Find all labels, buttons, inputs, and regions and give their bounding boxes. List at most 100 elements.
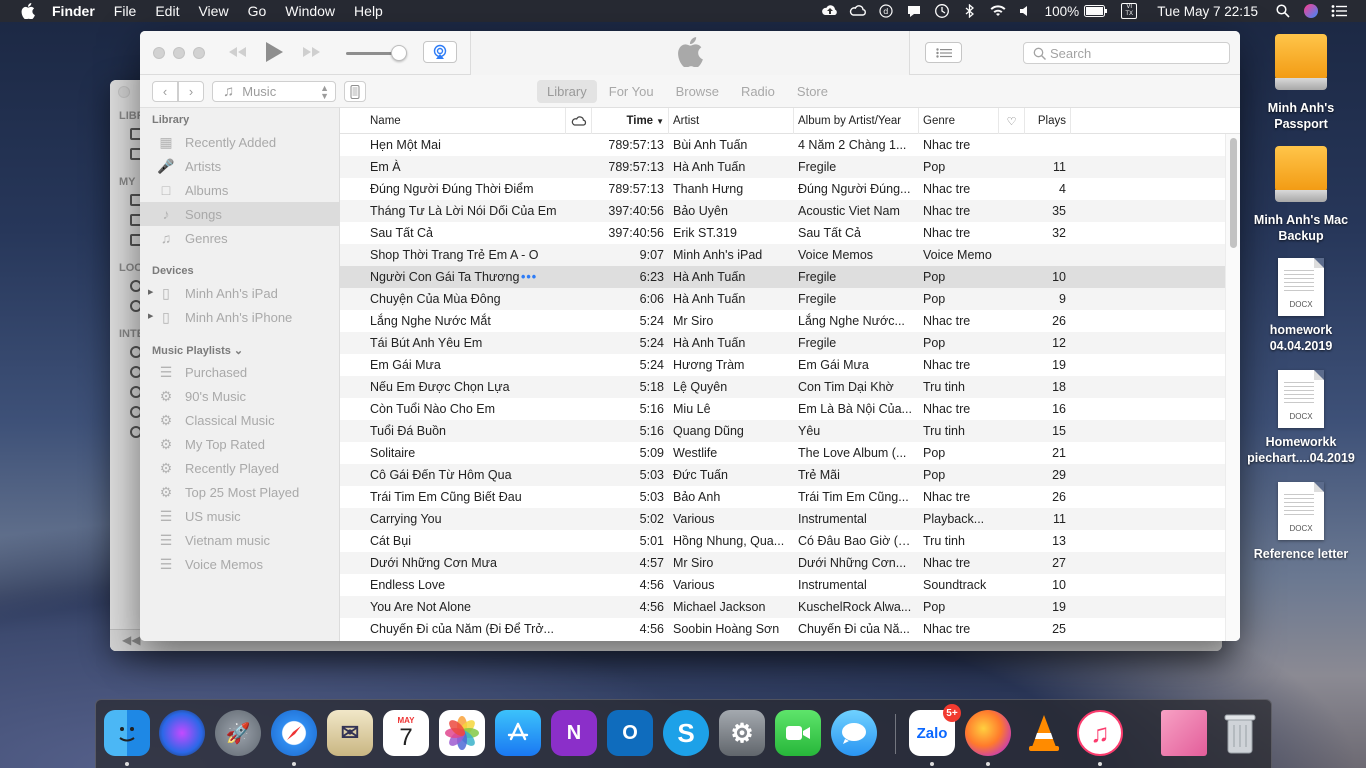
table-row[interactable]: Shop Thời Trang Trẻ Em A - O 9:07 Minh Anh…: [340, 244, 1225, 266]
column-header-icloud[interactable]: [566, 108, 592, 134]
zalo-dock-icon[interactable]: Zalo 5+: [909, 704, 961, 756]
sidebar-playlist-top-rated[interactable]: ⚙ My Top Rated: [140, 432, 339, 456]
safari-dock-icon[interactable]: [271, 710, 317, 756]
photos-dock-icon[interactable]: [439, 710, 485, 756]
table-row[interactable]: Tháng Tư Là Lời Nói Dối Của Em 397:40:56 B…: [340, 200, 1225, 222]
finder-rewind-icon[interactable]: ◀◀: [122, 633, 140, 647]
previous-track-button[interactable]: [226, 41, 248, 63]
launchpad-dock-icon[interactable]: 🚀: [215, 710, 261, 756]
table-row[interactable]: Dưới Những Cơn Mưa 4:57 Mr Siro Dưới Những …: [340, 552, 1225, 574]
vlc-dock-icon[interactable]: [1021, 710, 1067, 756]
sidebar-item-genres[interactable]: ♫ Genres: [140, 226, 339, 250]
table-row[interactable]: Chuyến Đi của Năm (Đi Để Trở... 4:56 Soobi…: [340, 618, 1225, 640]
volume-icon[interactable]: [1017, 3, 1035, 19]
menu-window[interactable]: Window: [285, 3, 335, 19]
table-row[interactable]: Còn Tuổi Nào Cho Em 5:16 Miu Lê Em Là Bà Nộ…: [340, 398, 1225, 420]
airplay-button[interactable]: [423, 41, 457, 63]
sidebar-device-iphone[interactable]: ▶ ▯ Minh Anh's iPhone: [140, 305, 339, 329]
table-row[interactable]: Sau Tất Cả 397:40:56 Erik ST.319 Sau Tất Cả…: [340, 222, 1225, 244]
column-header-love[interactable]: ♡: [999, 108, 1025, 134]
column-header-album[interactable]: Album by Artist/Year: [794, 108, 919, 134]
itunes-window[interactable]: Search ‹ › ♫ Music ▲ ▼ Library For You Br…: [140, 31, 1240, 641]
sidebar-item-albums[interactable]: □ Albums: [140, 178, 339, 202]
table-row[interactable]: Tuổi Đá Buồn 5:16 Quang Dũng Yêu Tru tinh 15: [340, 420, 1225, 442]
volume-slider-knob[interactable]: [391, 45, 407, 61]
input-source-icon[interactable]: VI TX: [1119, 3, 1139, 19]
menu-app-name[interactable]: Finder: [52, 3, 95, 19]
upload-cloud-icon[interactable]: [821, 3, 839, 19]
desktop-file-reference-letter[interactable]: DOCX Reference letter: [1241, 482, 1361, 562]
table-row[interactable]: Tái Bút Anh Yêu Em 5:24 Hà Anh Tuấn Fregile…: [340, 332, 1225, 354]
vertical-scrollbar[interactable]: [1225, 134, 1240, 641]
zoom-button[interactable]: [193, 47, 205, 59]
icloud-icon[interactable]: [849, 3, 867, 19]
app-store-dock-icon[interactable]: [495, 710, 541, 756]
sidebar-playlist-us-music[interactable]: ☰ US music: [140, 504, 339, 528]
table-row[interactable]: Cô Gái Đến Từ Hôm Qua 5:03 Đức Tuấn Trẻ Mãi…: [340, 464, 1225, 486]
more-options-icon[interactable]: •••: [521, 266, 537, 288]
siri-dock-icon[interactable]: [159, 710, 205, 756]
sidebar-item-songs[interactable]: ♪ Songs: [140, 202, 339, 226]
sidebar-playlist-vietnam-music[interactable]: ☰ Vietnam music: [140, 528, 339, 552]
menu-help[interactable]: Help: [354, 3, 383, 19]
battery-icon[interactable]: [1083, 3, 1109, 19]
firefox-dock-icon[interactable]: [965, 710, 1011, 756]
table-row[interactable]: Hẹn Một Mai 789:57:13 Bùi Anh Tuấn 4 Năm 2 …: [340, 134, 1225, 156]
tab-radio[interactable]: Radio: [731, 80, 785, 103]
column-header-time[interactable]: Time ▼: [592, 108, 669, 134]
column-header-plays[interactable]: Plays: [1025, 108, 1071, 134]
finder-dock-icon[interactable]: [104, 710, 150, 756]
preview-image-dock-icon[interactable]: [1161, 710, 1207, 756]
back-button[interactable]: ‹: [152, 81, 178, 102]
onenote-dock-icon[interactable]: N: [551, 710, 597, 756]
time-machine-icon[interactable]: [933, 3, 951, 19]
device-button[interactable]: [344, 81, 366, 102]
facetime-dock-icon[interactable]: [775, 710, 821, 756]
column-header-name[interactable]: Name: [366, 108, 566, 134]
column-header-artist[interactable]: Artist: [669, 108, 794, 134]
sidebar-playlist-top-25[interactable]: ⚙ Top 25 Most Played: [140, 480, 339, 504]
sidebar-device-ipad[interactable]: ▶ ▯ Minh Anh's iPad: [140, 281, 339, 305]
next-track-button[interactable]: [301, 41, 323, 63]
menu-edit[interactable]: Edit: [155, 3, 179, 19]
table-row[interactable]: Carrying You 5:02 Various Instrumental Playb…: [340, 508, 1225, 530]
desktop-file-homework-piechart[interactable]: DOCX Homeworkk piechart....04.2019: [1241, 370, 1361, 466]
table-row[interactable]: Solitaire 5:09 Westlife The Love Album (...…: [340, 442, 1225, 464]
menu-view[interactable]: View: [198, 3, 228, 19]
table-row[interactable]: You Are Not Alone 4:56 Michael Jackson Kusc…: [340, 596, 1225, 618]
table-row[interactable]: Em À 789:57:13 Hà Anh Tuấn Fregile Pop 11: [340, 156, 1225, 178]
media-kind-select[interactable]: ♫ Music ▲ ▼: [212, 81, 336, 102]
sidebar-playlist-classical[interactable]: ⚙ Classical Music: [140, 408, 339, 432]
disclosure-triangle-icon[interactable]: ▶: [148, 312, 153, 320]
table-row[interactable]: Cát Bụi 5:01 Hồng Nhung, Qua... Có Đâu Bao …: [340, 530, 1225, 552]
table-row[interactable]: Lắng Nghe Nước Mắt 5:24 Mr Siro Lắng Nghe N…: [340, 310, 1225, 332]
calendar-dock-icon[interactable]: MAY 7: [383, 710, 429, 756]
minimize-button[interactable]: [173, 47, 185, 59]
table-row[interactable]: Em Gái Mưa 5:24 Hương Tràm Em Gái Mưa Nhac t…: [340, 354, 1225, 376]
close-button[interactable]: [153, 47, 165, 59]
table-row[interactable]: Endless Love 4:56 Various Instrumental Sound…: [340, 574, 1225, 596]
skype-dock-icon[interactable]: S: [663, 710, 709, 756]
disclosure-triangle-icon[interactable]: ▶: [148, 288, 153, 296]
desktop-drive-backup[interactable]: Minh Anh's Mac Backup: [1241, 146, 1361, 244]
tab-for-you[interactable]: For You: [599, 80, 664, 103]
sidebar-header-playlists[interactable]: Music Playlists ⌄: [152, 344, 243, 357]
menu-file[interactable]: File: [114, 3, 137, 19]
menu-clock[interactable]: Tue May 7 22:15: [1157, 4, 1258, 19]
forward-button[interactable]: ›: [178, 81, 204, 102]
table-row[interactable]: Đúng Người Đúng Thời Điểm 789:57:13 Thanh …: [340, 178, 1225, 200]
play-button[interactable]: [262, 39, 286, 65]
disk-utility-icon[interactable]: d: [877, 3, 895, 19]
tab-browse[interactable]: Browse: [666, 80, 729, 103]
outlook-dock-icon[interactable]: O: [607, 710, 653, 756]
messages-dock-icon[interactable]: [831, 710, 877, 756]
table-row[interactable]: Nếu Em Được Chọn Lựa 5:18 Lệ Quyên Con Tim …: [340, 376, 1225, 398]
siri-icon[interactable]: [1302, 3, 1320, 19]
system-preferences-dock-icon[interactable]: ⚙: [719, 710, 765, 756]
table-row[interactable]: Chuyện Của Mùa Đông 6:06 Hà Anh Tuấn Fregil…: [340, 288, 1225, 310]
notification-center-icon[interactable]: [1330, 3, 1348, 19]
up-next-list-button[interactable]: [925, 42, 962, 63]
sidebar-playlist-90s[interactable]: ⚙ 90's Music: [140, 384, 339, 408]
trash-dock-icon[interactable]: [1217, 710, 1263, 756]
apple-menu-icon[interactable]: [18, 0, 38, 22]
